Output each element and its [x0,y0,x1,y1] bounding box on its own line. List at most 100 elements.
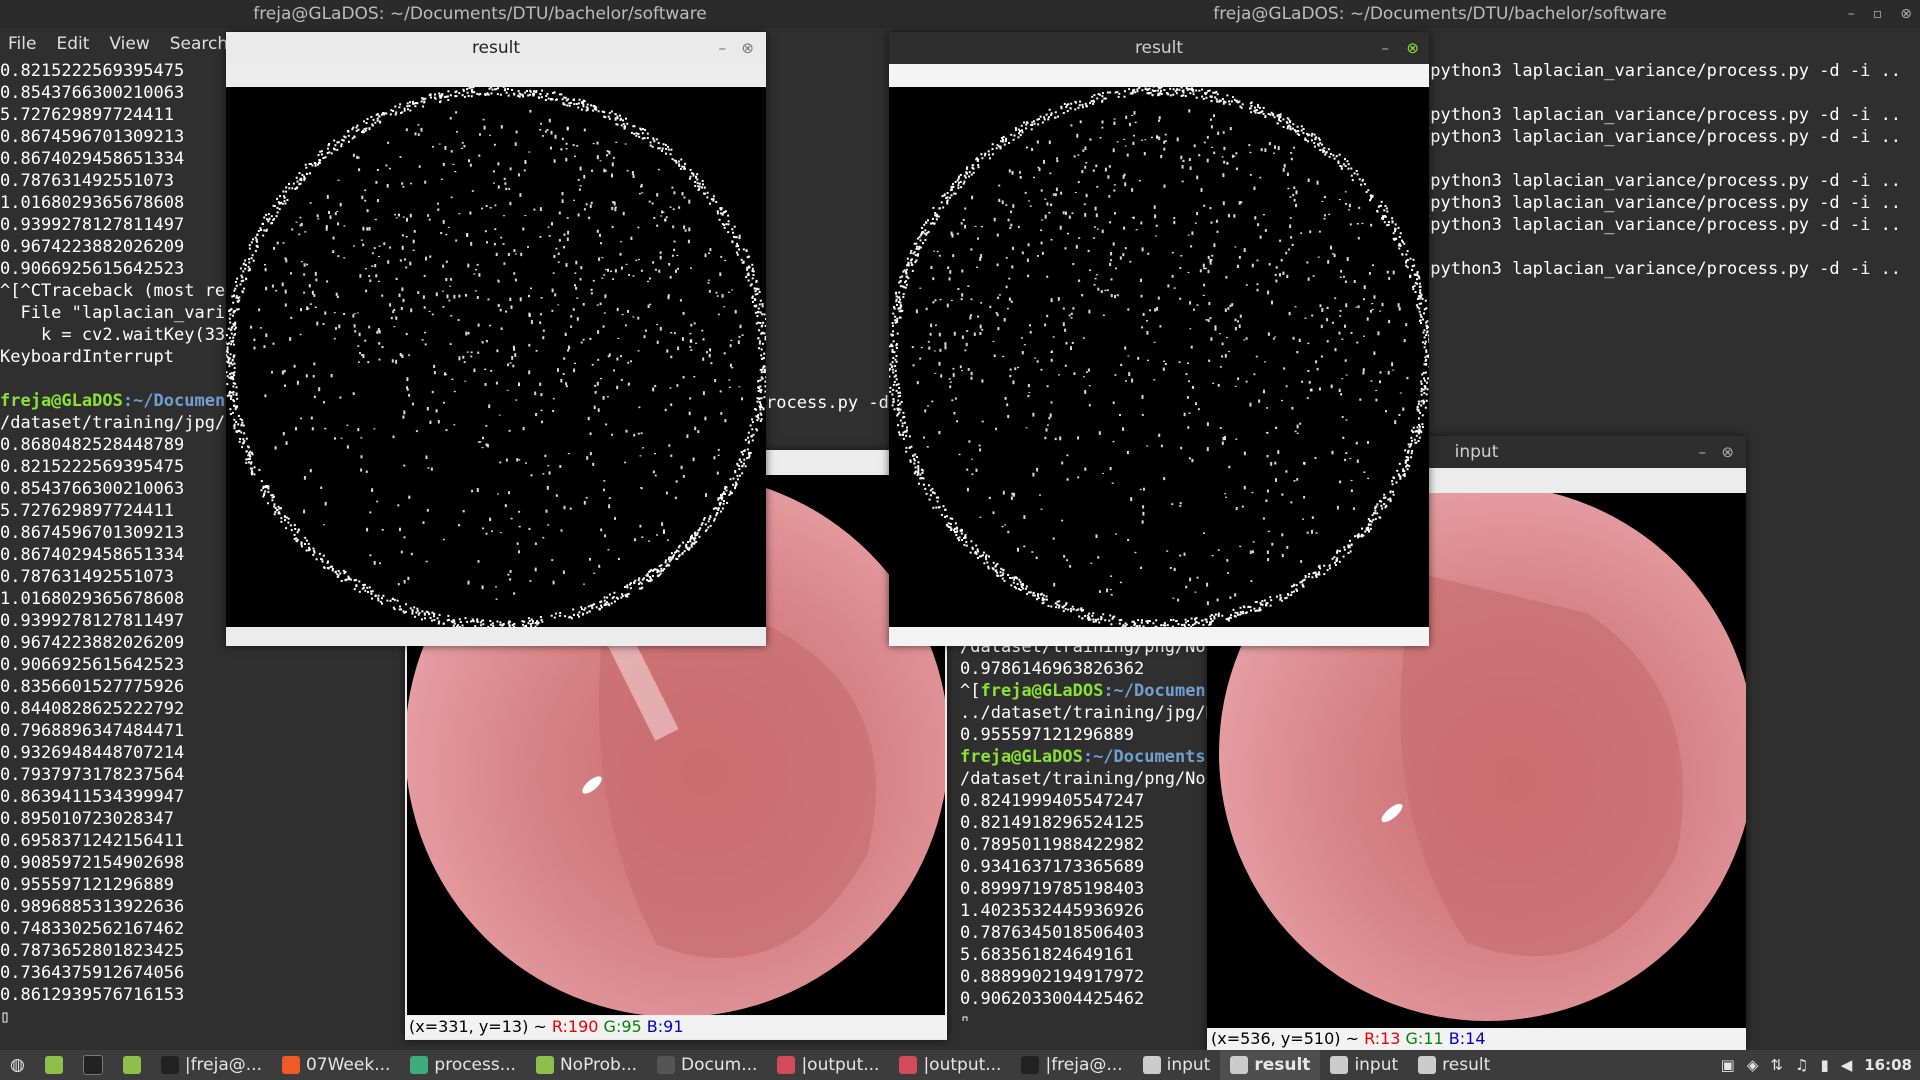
prompt-path: :~/Documents, [1082,747,1210,767]
status-coords: (x=331, y=13) ~ [409,1017,552,1036]
prompt-user: freja@GLaDOS [0,391,123,411]
status-blue: B:14 [1448,1029,1486,1048]
folder-icon [535,1056,554,1074]
minimize-icon[interactable]: – [1848,6,1855,22]
minimize-icon[interactable]: – [719,32,727,64]
output-line: KeyboardInterrupt [0,347,174,367]
menu-item[interactable]: File [8,34,36,54]
cv-window-icon [1330,1056,1349,1074]
prompt-path: :~/Document [122,391,236,411]
output-line: 0.7364375912674056 [0,963,185,983]
output-line: 0.8214918296524125 [960,813,1145,833]
mint-logo-icon: ◍ [10,1055,25,1075]
taskbar-item[interactable]: |output... [767,1050,889,1080]
result-window-right[interactable]: result – ⊗ [889,32,1429,646]
output-line: ^[^CTraceback (most rec [0,281,236,301]
volume-icon[interactable]: ◀ [1841,1056,1853,1074]
taskbar: ◍ |freja@... 07Week... process... NoProb...… [0,1050,1920,1080]
brave-icon [281,1056,300,1074]
output-line: 0.9786146963826362 [960,659,1145,679]
output-line: 0.8215222569395475 [0,61,185,81]
cursor: ▯ [960,1011,971,1021]
taskbar-item-label: |freja@... [1045,1055,1123,1075]
output-line: 0.7937973178237564 [0,765,185,785]
close-icon[interactable]: ⊗ [1721,436,1734,468]
atom-icon [410,1056,429,1074]
close-icon[interactable]: ⊗ [741,32,754,64]
command-line: python3 laplacian_variance/process.py -d… [1420,61,1902,81]
output-line: 0.7873652801823425 [0,941,185,961]
taskbar-item[interactable]: NoProb... [526,1050,647,1080]
status-coords: (x=536, y=510) ~ [1211,1029,1365,1048]
output-line: 0.8543766300210063 [0,479,185,499]
output-line: 5.727629897724411 [0,105,174,125]
maximize-icon[interactable]: ▫ [1873,6,1883,22]
menu-item[interactable]: Edit [56,34,89,54]
command-line: python3 laplacian_variance/process.py -d… [1420,127,1902,147]
output-line: 0.9326948448707214 [0,743,185,763]
minimize-icon[interactable]: – [1382,32,1390,64]
status-red: R:13 [1364,1029,1401,1048]
output-line: 0.787631492551073 [0,171,174,191]
terminal-left-output: 0.8215222569395475 0.8543766300210063 5.72… [0,60,235,1028]
terminal-right-window-buttons: – ▫ ⊗ [1848,0,1912,28]
status-green: G:11 [1405,1029,1444,1048]
terminal-left-peek: rocess.py -d [766,393,889,413]
command-line: python3 laplacian_variance/process.py -d… [1420,215,1902,235]
taskbar-item[interactable]: |freja@... [151,1050,272,1080]
system-tray: ▣ ◈ ⇅ ♫ ▮ ◀ 16:08 [1721,1050,1912,1080]
output-line: 0.9341637173365689 [960,857,1145,877]
terminal-left-title: freja@GLaDOS: ~/Documents/DTU/bachelor/s… [0,0,960,28]
output-line: 0.8680482528448789 [0,435,185,455]
clipboard-icon[interactable]: ▣ [1721,1056,1735,1074]
close-icon[interactable]: ⊗ [1406,32,1419,64]
taskbar-item[interactable]: result [1408,1050,1500,1080]
taskbar-item-label: NoProb... [559,1055,638,1075]
minimize-icon[interactable]: – [1699,436,1707,468]
menu-item[interactable]: Search [170,34,228,54]
output-line: ../dataset/training/jpg/N [960,703,1210,723]
output-line: 0.8639411534399947 [0,787,185,807]
cv-window-icon [1230,1056,1249,1074]
network-icon[interactable]: ⇅ [1770,1056,1783,1074]
status-blue: B:91 [646,1017,684,1036]
taskbar-item[interactable]: 07Week... [272,1050,400,1080]
taskbar-item[interactable]: input [1133,1050,1221,1080]
launcher-files[interactable] [113,1050,151,1080]
menu-item[interactable]: View [109,34,149,54]
shield-icon[interactable]: ◈ [1747,1056,1759,1074]
terminal-icon [160,1056,179,1074]
taskbar-item-label: |output... [923,1055,1002,1075]
battery-icon[interactable]: ▮ [1820,1056,1828,1074]
close-icon[interactable]: ⊗ [1900,6,1912,22]
taskbar-item[interactable]: result [1220,1050,1321,1080]
image-viewer-icon [899,1056,918,1074]
taskbar-item[interactable]: |output... [889,1050,1011,1080]
result-window-left[interactable]: result – ⊗ [226,32,766,646]
clock[interactable]: 16:08 [1864,1056,1912,1074]
interrupt: ^[ [960,681,981,701]
taskbar-item[interactable]: input [1320,1050,1408,1080]
show-desktop-button[interactable] [35,1050,73,1080]
menu-button[interactable]: ◍ [0,1050,35,1080]
tex-icon [657,1056,676,1074]
output-line: /dataset/training/png/No [960,769,1206,789]
command-line: python3 laplacian_variance/process.py -d… [1420,193,1902,213]
output-line: 0.8543766300210063 [0,83,185,103]
taskbar-item[interactable]: process... [400,1050,526,1080]
result-window-title: result [226,32,766,64]
image-viewer-icon [777,1056,796,1074]
taskbar-item[interactable]: |freja@... [1011,1050,1132,1080]
result-image-left [226,87,766,627]
music-icon[interactable]: ♫ [1795,1056,1808,1074]
taskbar-item[interactable]: Docum... [647,1050,767,1080]
output-line: /dataset/training/jpg/N [0,413,236,433]
terminal-icon [1021,1056,1040,1074]
taskbar-item-label: 07Week... [305,1055,391,1075]
launcher-terminal[interactable] [73,1050,113,1080]
